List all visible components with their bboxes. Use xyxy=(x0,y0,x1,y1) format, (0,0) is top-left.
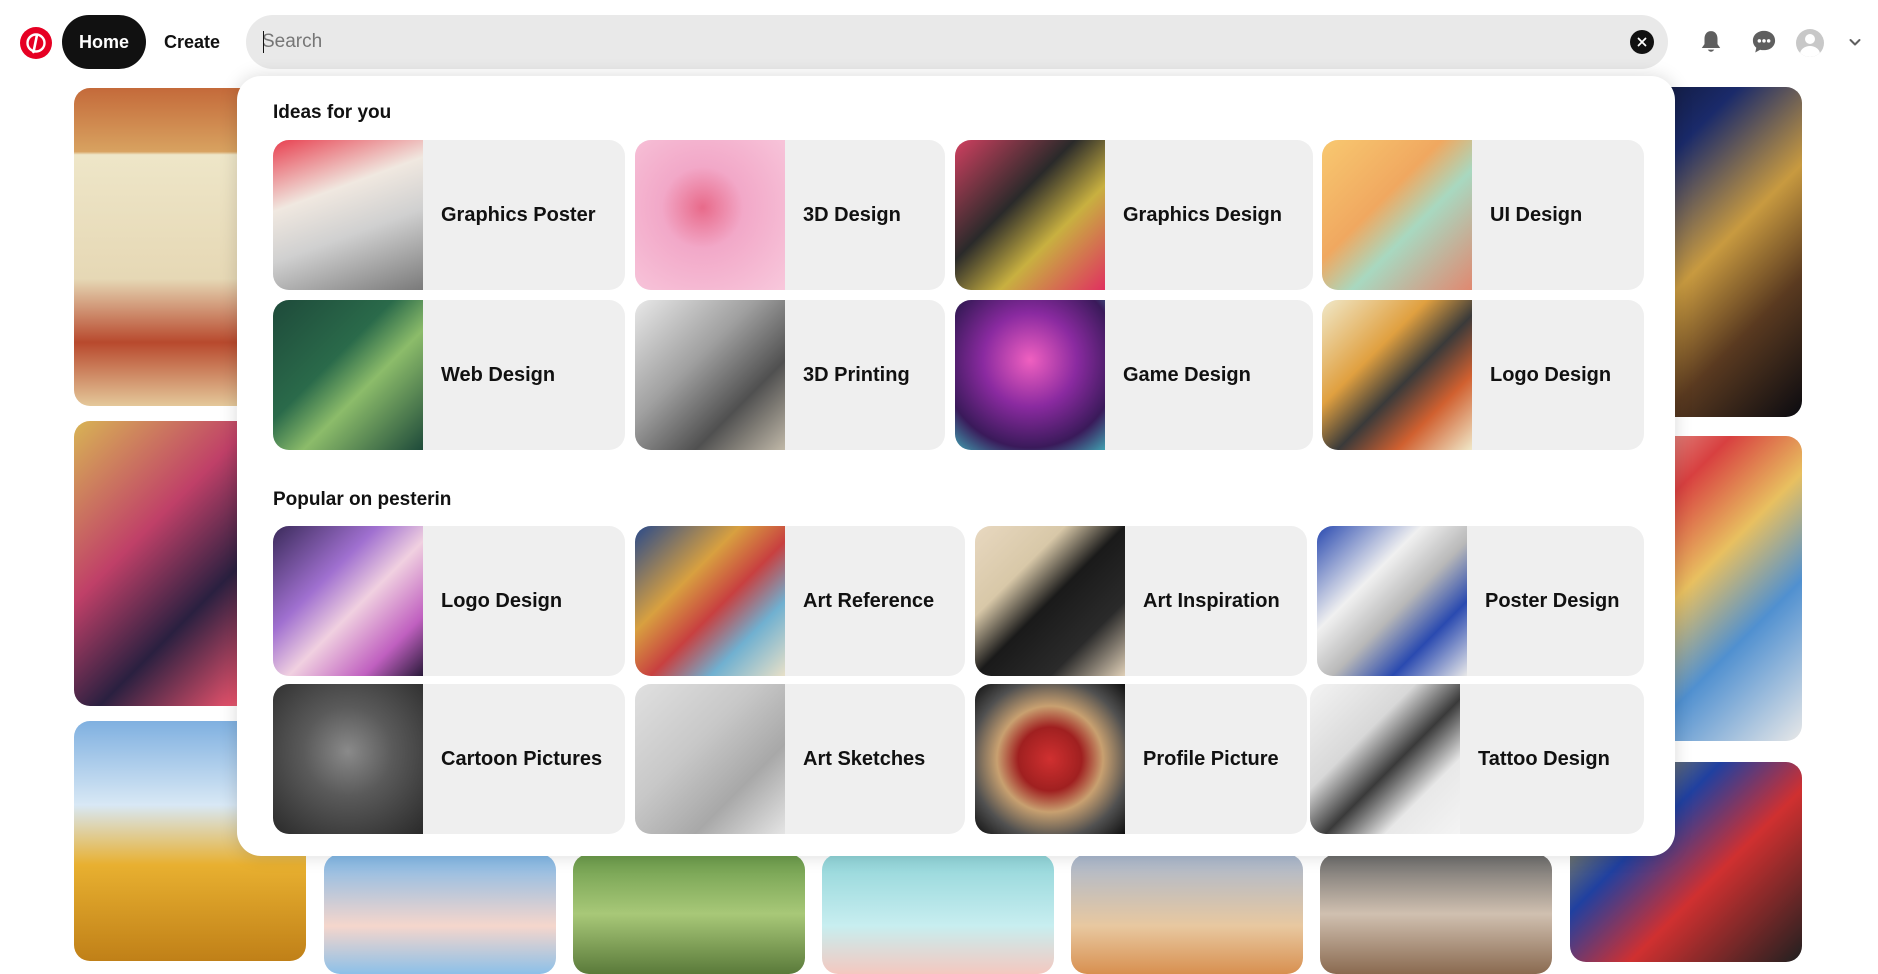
graphics-poster-thumbnail xyxy=(273,140,423,290)
search-suggestions-dropdown: Ideas for you Graphics Poster 3D Design … xyxy=(237,76,1675,856)
pinterest-logo-icon[interactable] xyxy=(20,27,52,59)
game-design-thumbnail xyxy=(955,300,1105,450)
idea-card-ui-design[interactable]: UI Design xyxy=(1322,140,1644,290)
chat-icon[interactable] xyxy=(1744,22,1784,62)
idea-card-game-design[interactable]: Game Design xyxy=(955,300,1313,450)
popular-section-title: Popular on pesterin xyxy=(273,489,452,510)
pin-clouds-image[interactable] xyxy=(324,854,556,974)
idea-card-label: UI Design xyxy=(1490,203,1583,226)
popular-card-profile-picture[interactable]: Profile Picture xyxy=(975,684,1307,834)
tattoo-design-thumbnail xyxy=(1310,684,1460,834)
logo-design-thumbnail xyxy=(273,526,423,676)
web-design-thumbnail xyxy=(273,300,423,450)
popular-card-label: Poster Design xyxy=(1485,589,1620,612)
art-reference-thumbnail xyxy=(635,526,785,676)
idea-card-label: 3D Printing xyxy=(803,363,910,386)
profile-picture-thumbnail xyxy=(975,684,1125,834)
popular-card-label: Art Sketches xyxy=(803,747,926,770)
search-bar[interactable] xyxy=(246,15,1668,69)
popular-card-label: Tattoo Design xyxy=(1478,747,1610,770)
popular-card-label: Art Inspiration xyxy=(1143,589,1280,612)
chevron-down-icon[interactable] xyxy=(1840,22,1870,62)
3d-printing-thumbnail xyxy=(635,300,785,450)
idea-card-label: Game Design xyxy=(1123,363,1251,386)
popular-card-cartoon-pictures[interactable]: Cartoon Pictures xyxy=(273,684,625,834)
poster-design-thumbnail xyxy=(1317,526,1467,676)
text-cursor xyxy=(263,31,264,53)
idea-card-graphics-poster[interactable]: Graphics Poster xyxy=(273,140,625,290)
popular-card-art-reference[interactable]: Art Reference xyxy=(635,526,965,676)
idea-card-label: 3D Design xyxy=(803,203,901,226)
idea-card-logo-design[interactable]: Logo Design xyxy=(1322,300,1644,450)
popular-card-label: Logo Design xyxy=(441,589,563,612)
art-inspiration-thumbnail xyxy=(975,526,1125,676)
create-button[interactable]: Create xyxy=(152,15,232,69)
ideas-section-title: Ideas for you xyxy=(273,102,392,123)
logo-design-thumbnail xyxy=(1322,300,1472,450)
idea-card-3d-printing[interactable]: 3D Printing xyxy=(635,300,945,450)
idea-card-label: Graphics Design xyxy=(1123,203,1282,226)
graphics-design-thumbnail xyxy=(955,140,1105,290)
popular-card-label: Profile Picture xyxy=(1143,747,1279,770)
popular-card-logo-design[interactable]: Logo Design xyxy=(273,526,625,676)
close-icon[interactable] xyxy=(1630,30,1654,54)
pin-sunset-image[interactable] xyxy=(1071,854,1303,974)
popular-card-label: Cartoon Pictures xyxy=(441,747,603,770)
home-button[interactable]: Home xyxy=(62,15,146,69)
idea-card-label: Web Design xyxy=(441,363,556,386)
idea-card-label: Graphics Poster xyxy=(441,203,596,226)
search-input[interactable] xyxy=(262,15,1602,69)
popular-card-art-sketches[interactable]: Art Sketches xyxy=(635,684,965,834)
ui-design-thumbnail xyxy=(1322,140,1472,290)
pin-garden-image[interactable] xyxy=(573,854,805,974)
art-sketches-thumbnail xyxy=(635,684,785,834)
idea-card-3d-design[interactable]: 3D Design xyxy=(635,140,945,290)
idea-card-label: Logo Design xyxy=(1490,363,1612,386)
popular-card-tattoo-design[interactable]: Tattoo Design xyxy=(1310,684,1644,834)
idea-card-graphics-design[interactable]: Graphics Design xyxy=(955,140,1313,290)
pin-doll-image[interactable] xyxy=(1320,854,1552,974)
top-bar: Home Create xyxy=(0,0,1878,84)
popular-card-label: Art Reference xyxy=(803,589,935,612)
popular-card-poster-design[interactable]: Poster Design xyxy=(1317,526,1644,676)
idea-card-web-design[interactable]: Web Design xyxy=(273,300,625,450)
cartoon-pictures-thumbnail xyxy=(273,684,423,834)
bell-icon[interactable] xyxy=(1691,22,1731,62)
popular-card-art-inspiration[interactable]: Art Inspiration xyxy=(975,526,1307,676)
avatar[interactable] xyxy=(1796,29,1824,57)
pin-sky-image[interactable] xyxy=(822,854,1054,974)
3d-design-thumbnail xyxy=(635,140,785,290)
